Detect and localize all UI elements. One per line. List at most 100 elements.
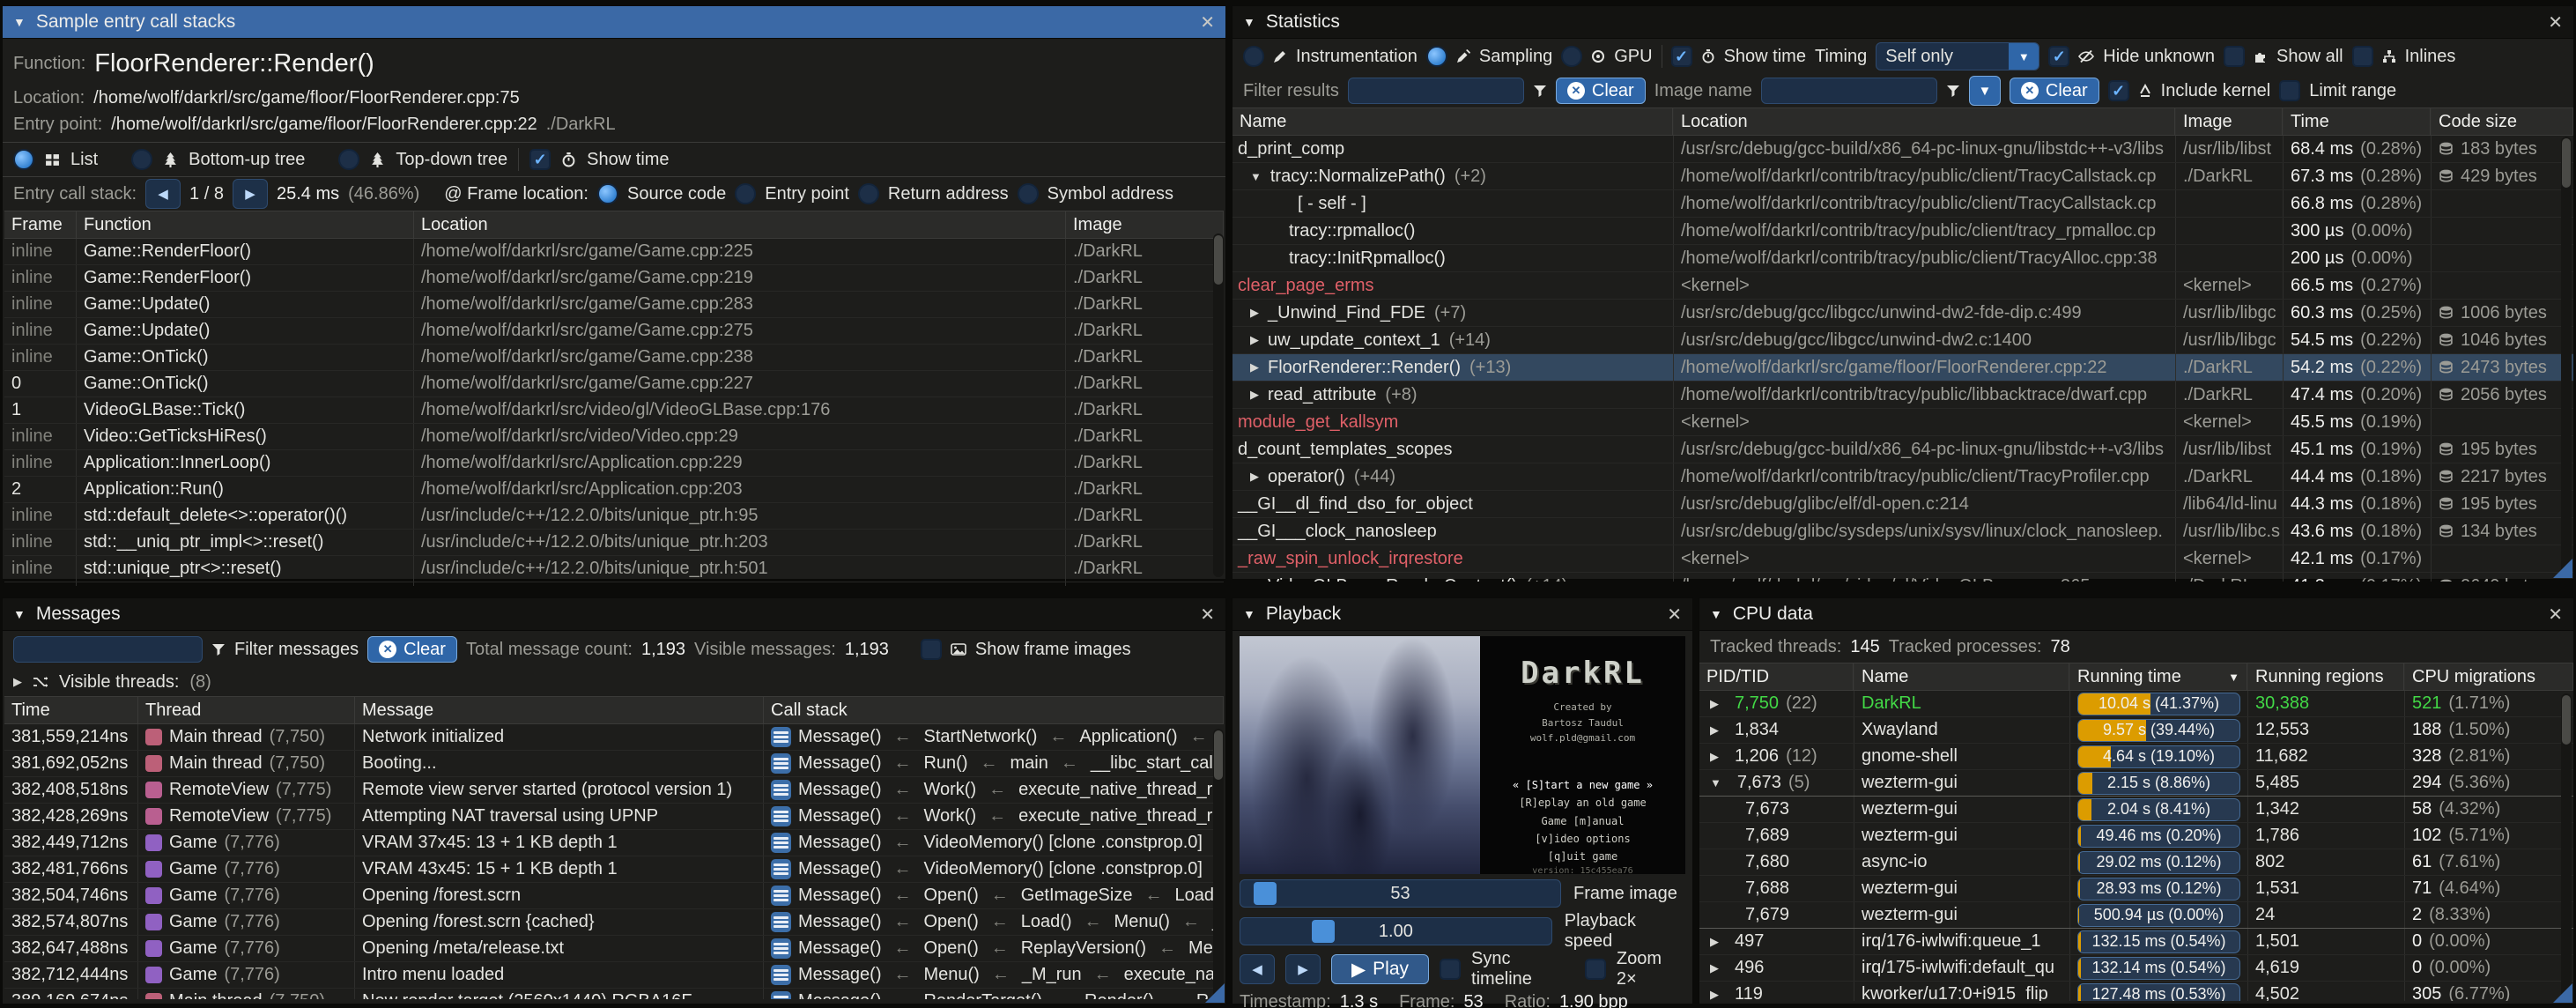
column-header-frame[interactable]: Frame	[4, 211, 77, 238]
cpu-thread-row[interactable]: ▶119kworker/u17:0+i915_flip127.48 ms (0.…	[1699, 982, 2573, 1001]
prev-stack-button[interactable]: ◀	[145, 179, 181, 209]
call-stack-icon[interactable]	[771, 886, 791, 906]
statistics-titlebar[interactable]: ▼ Statistics ✕	[1232, 6, 2573, 39]
expand-arrow-icon[interactable]: ▼	[1250, 170, 1262, 183]
stack-frame[interactable]: Run()	[923, 753, 967, 774]
sample-stack-row[interactable]: inlineGame::RenderFloor()/home/wolf/dark…	[4, 239, 1224, 265]
sample-stack-row[interactable]: inlineGame::RenderFloor()/home/wolf/dark…	[4, 265, 1224, 292]
call-stack-icon[interactable]	[771, 780, 791, 800]
collapse-icon[interactable]: ▼	[1243, 607, 1255, 621]
stack-frame[interactable]: execute_native_thread_ro	[1018, 780, 1222, 800]
call-stack-icon[interactable]	[771, 806, 791, 826]
playback-speed-slider[interactable]: 1.00	[1240, 917, 1552, 945]
stack-frame[interactable]: GetImageSize	[1021, 886, 1133, 906]
statistics-row[interactable]: clear_page_erms<kernel><kernel>66.5 ms(0…	[1232, 272, 2573, 300]
message-row[interactable]: 389,169,674nsMain thread(7,750)New rende…	[4, 989, 1224, 999]
column-header-thread[interactable]: Thread	[138, 697, 355, 723]
clear-messages-button[interactable]: ✕Clear	[367, 636, 457, 663]
show-time-checkbox[interactable]: ✓	[529, 149, 551, 170]
statistics-row[interactable]: ▶uw_update_context_1(+14)/usr/src/debug/…	[1232, 327, 2573, 354]
column-header-name[interactable]: Name	[1854, 663, 2069, 690]
stack-frame[interactable]: ReplayVersion()	[1021, 938, 1146, 959]
stack-frame[interactable]: execute_native_thread_ro	[1018, 806, 1222, 826]
statistics-row[interactable]: ▶_Unwind_Find_FDE(+7)/usr/src/debug/gcc/…	[1232, 300, 2573, 327]
message-row[interactable]: 382,408,518nsRemoteView(7,775)Remote vie…	[4, 777, 1224, 804]
frame-image-slider[interactable]: 53	[1240, 879, 1561, 908]
statistics-row[interactable]: [ - self - ]/home/wolf/darkrl/contrib/tr…	[1232, 190, 2573, 218]
radio-entry-point[interactable]	[735, 183, 756, 204]
radio-gpu[interactable]	[1561, 46, 1582, 67]
call-stack-icon[interactable]	[771, 965, 791, 985]
collapse-icon[interactable]: ▼	[1710, 607, 1722, 621]
sample-stack-row[interactable]: 0Game::OnTick()/home/wolf/darkrl/src/gam…	[4, 371, 1224, 397]
playback-titlebar[interactable]: ▼ Playback ✕	[1232, 598, 1692, 631]
stack-frame[interactable]: StartNetwork()	[923, 727, 1037, 747]
expand-arrow-icon[interactable]: ▼	[1710, 776, 1721, 789]
timing-dropdown[interactable]: Self only ▼	[1876, 42, 2039, 70]
resize-grip[interactable]	[2553, 559, 2572, 578]
radio-bottom-up-tree[interactable]	[131, 149, 152, 170]
next-stack-button[interactable]: ▶	[233, 179, 268, 209]
cpu-thread-row[interactable]: ▶7,750(22)DarkRL10.04 s (41.37%)30,38852…	[1699, 691, 2573, 717]
cpu-thread-row[interactable]: ▶496irq/175-iwlwifi:default_qu132.14 ms …	[1699, 955, 2573, 982]
filter-results-input[interactable]	[1348, 78, 1524, 104]
show-time-checkbox[interactable]: ✓	[1671, 46, 1692, 67]
stack-frame[interactable]: Message()	[798, 833, 881, 853]
column-header-image[interactable]: Image	[2175, 108, 2283, 135]
funnel-icon[interactable]	[1533, 84, 1547, 98]
expand-arrow-icon[interactable]: ▶	[1250, 579, 1259, 582]
statistics-row[interactable]: ▶operator()(+44)/home/wolf/darkrl/contri…	[1232, 463, 2573, 491]
expand-arrow-icon[interactable]: ▶	[1710, 935, 1719, 949]
stack-frame[interactable]: _M_run	[1022, 965, 1082, 985]
call-stack-icon[interactable]	[771, 912, 791, 932]
stack-frame[interactable]: RenderTarget()	[923, 991, 1042, 999]
message-row[interactable]: 381,559,214nsMain thread(7,750)Network i…	[4, 724, 1224, 751]
messages-titlebar[interactable]: ▼ Messages ✕	[3, 598, 1225, 631]
stack-frame[interactable]: __libc_start_call_	[1091, 753, 1224, 774]
close-icon[interactable]: ✕	[1200, 11, 1215, 33]
column-header-running-time[interactable]: Running time▼	[2069, 663, 2247, 690]
sample-stack-row[interactable]: inlinestd::__uniq_ptr_impl<>::reset()/us…	[4, 530, 1224, 556]
column-header-running-regions[interactable]: Running regions	[2247, 663, 2404, 690]
stack-frame[interactable]: Message()	[798, 780, 881, 800]
radio-sampling[interactable]	[1426, 46, 1447, 67]
call-stack-icon[interactable]	[771, 991, 791, 999]
message-row[interactable]: 382,449,712nsGame(7,776)VRAM 37x45: 13 +…	[4, 830, 1224, 856]
column-header-time[interactable]: Time	[4, 697, 138, 723]
statistics-row[interactable]: _raw_spin_unlock_irqrestore<kernel><kern…	[1232, 545, 2573, 573]
funnel-icon[interactable]	[1946, 84, 1960, 98]
statistics-row[interactable]: __GI__dl_find_dso_for_object/usr/src/deb…	[1232, 491, 2573, 518]
collapse-icon[interactable]: ▼	[1243, 15, 1255, 29]
stack-frame[interactable]: Menu()	[923, 965, 979, 985]
play-button[interactable]: ▶Play	[1331, 954, 1429, 984]
statistics-row[interactable]: ▼tracy::NormalizePath()(+2)/home/wolf/da…	[1232, 163, 2573, 190]
stack-frame[interactable]: Open()	[923, 938, 978, 959]
cpu-thread-row[interactable]: 7,689wezterm-gui49.46 ms (0.20%)1,786102…	[1699, 823, 2573, 849]
expand-arrow-icon[interactable]: ▶	[1710, 697, 1719, 711]
stack-frame[interactable]: VideoMemory() [clone .constprop.0]	[923, 833, 1202, 853]
stack-frame[interactable]: main	[1010, 753, 1048, 774]
radio-instrumentation[interactable]	[1243, 46, 1264, 67]
stack-frame[interactable]: Open()	[923, 886, 978, 906]
stack-frame[interactable]: Message()	[798, 886, 881, 906]
stack-frame[interactable]: Work()	[923, 806, 976, 826]
sample-stack-row[interactable]: 1VideoGLBase::Tick()/home/wolf/darkrl/sr…	[4, 397, 1224, 424]
cpu-scrollbar[interactable]	[2561, 693, 2572, 1002]
cpu-thread-row[interactable]: 7,688wezterm-gui28.93 ms (0.12%)1,53171(…	[1699, 876, 2573, 902]
stack-frame[interactable]: Message()	[798, 727, 881, 747]
resize-grip[interactable]	[1205, 983, 1225, 1003]
chevron-down-icon[interactable]: ▼	[2009, 43, 2039, 70]
expand-arrow-icon[interactable]: ▶	[1250, 388, 1259, 402]
column-header-code-size[interactable]: Code size	[2431, 108, 2573, 135]
expand-arrow-icon[interactable]: ▶	[1250, 360, 1259, 374]
statistics-scrollbar[interactable]	[2561, 137, 2572, 577]
statistics-row[interactable]: tracy::InitRpmalloc()/home/wolf/darkrl/c…	[1232, 245, 2573, 272]
radio-symbol-address[interactable]	[1018, 183, 1039, 204]
message-row[interactable]: 382,481,766nsGame(7,776)VRAM 43x45: 15 +…	[4, 856, 1224, 883]
expand-arrow-icon[interactable]: ▶	[1710, 723, 1719, 737]
clear-image-filter-button[interactable]: ✕Clear	[2010, 78, 2099, 104]
stack-frame[interactable]: Message()	[798, 991, 881, 999]
radio-top-down-tree[interactable]	[338, 149, 359, 170]
column-header-location[interactable]: Location	[414, 211, 1066, 238]
call-stack-icon[interactable]	[771, 938, 791, 959]
